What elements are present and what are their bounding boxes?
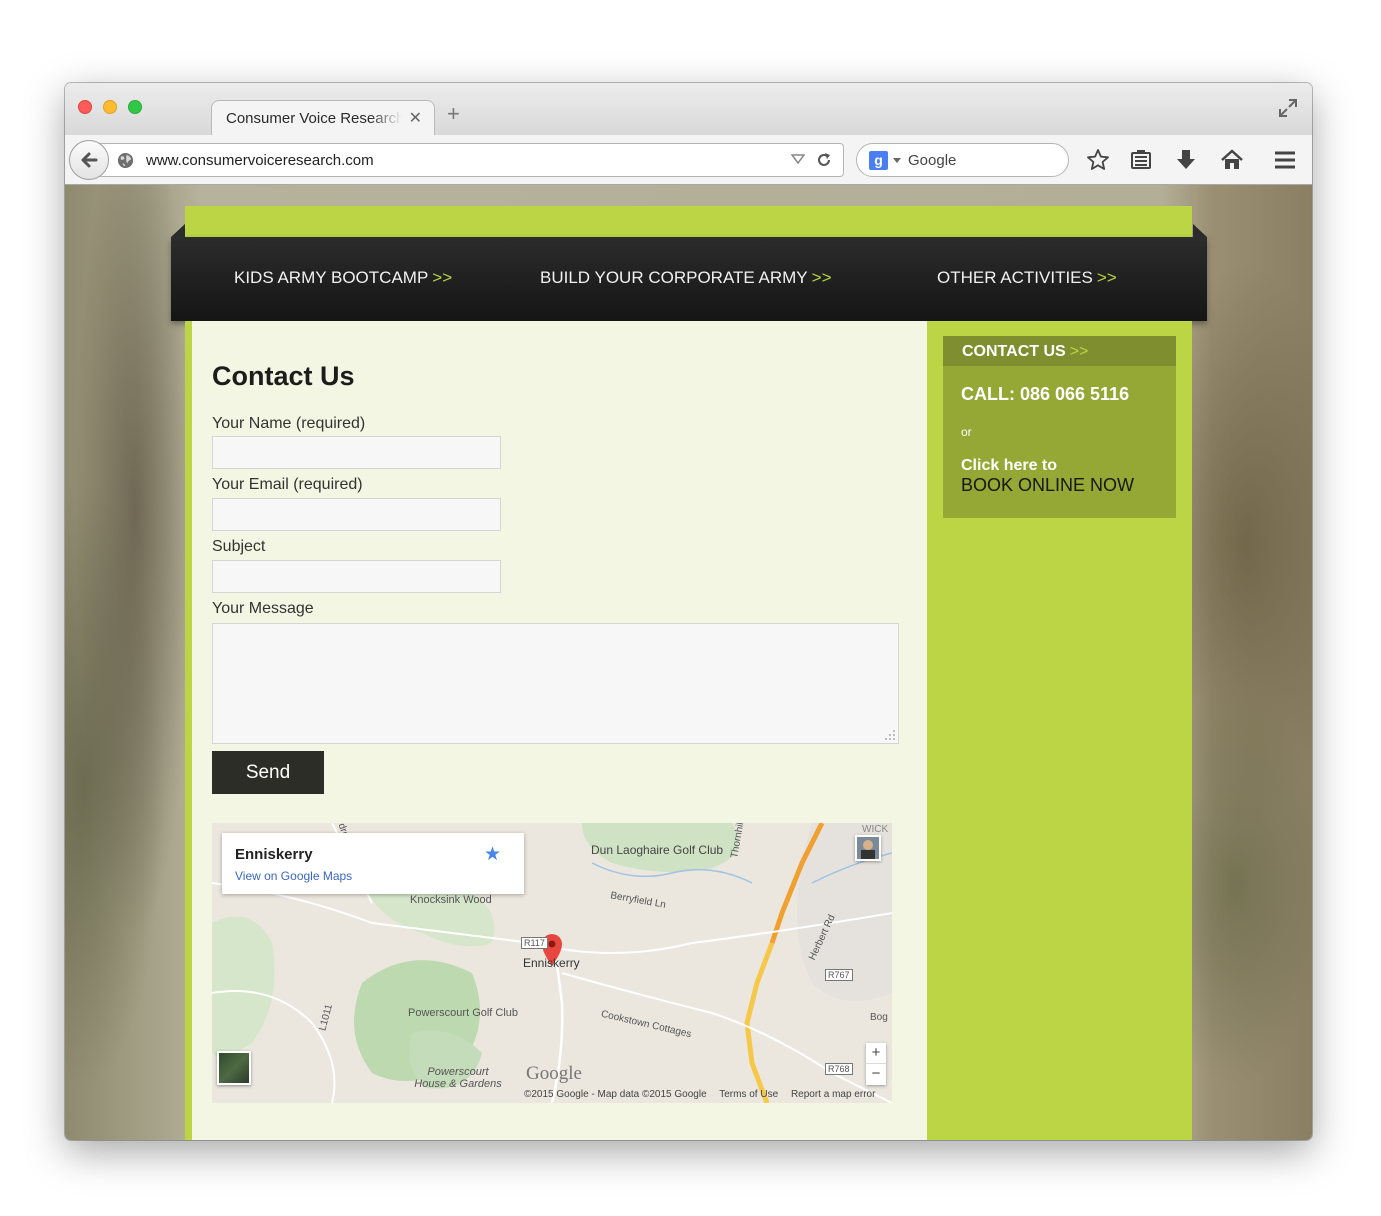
main-content: Contact Us Your Name (required) Your Ema… <box>192 321 927 1140</box>
email-input[interactable] <box>212 498 501 531</box>
map-info-card: Enniskerry View on Google Maps ★ <box>222 833 524 894</box>
map-label-r768: R768 <box>825 1063 853 1075</box>
search-bar[interactable]: g Google <box>856 143 1069 177</box>
satellite-view-toggle[interactable] <box>217 1051 251 1085</box>
person-icon <box>857 837 879 859</box>
name-input[interactable] <box>212 436 501 469</box>
back-button[interactable] <box>69 140 109 180</box>
browser-window: Consumer Voice Research ✕ + www.consumer… <box>65 83 1312 1140</box>
new-tab-button[interactable]: + <box>447 103 460 125</box>
map-report-link[interactable]: Report a map error <box>791 1089 875 1100</box>
back-arrow-icon <box>81 152 98 168</box>
subject-label: Subject <box>212 538 266 555</box>
chevron-down-icon[interactable] <box>893 158 901 163</box>
header-green-band <box>185 206 1192 237</box>
title-bar: Consumer Voice Research ✕ + <box>65 83 1312 136</box>
tab-close-icon[interactable]: ✕ <box>409 108 422 128</box>
web-page: KIDS ARMY BOOTCAMP >> BUILD YOUR CORPORAT… <box>65 185 1312 1140</box>
url-history-dropdown-icon[interactable] <box>791 152 805 166</box>
globe-icon <box>117 152 134 169</box>
sidebar: CONTACT US >> CALL: 086 066 5116 or Click… <box>927 321 1192 1140</box>
home-icon[interactable] <box>1220 148 1244 172</box>
street-view-thumbnail-icon[interactable] <box>855 835 881 861</box>
click-here-link[interactable]: Click here to <box>961 457 1057 475</box>
download-icon[interactable] <box>1174 148 1198 172</box>
search-placeholder: Google <box>908 152 957 169</box>
subject-input[interactable] <box>212 560 501 593</box>
message-label: Your Message <box>212 600 314 617</box>
close-window-button[interactable] <box>78 100 92 114</box>
menu-item-build-corporate-army[interactable]: BUILD YOUR CORPORATE ARMY >> <box>540 268 832 288</box>
browser-tab[interactable]: Consumer Voice Research ✕ <box>211 100 435 136</box>
map-label-wick: WICK <box>862 824 889 835</box>
zoom-window-button[interactable] <box>128 100 142 114</box>
zoom-in-button[interactable]: + <box>866 1043 886 1064</box>
page-title: Contact Us <box>212 361 355 391</box>
map-label-golf-dl: Dun Laoghaire Golf Club <box>591 843 724 857</box>
reload-icon[interactable] <box>815 151 833 169</box>
menu-item-kids-army-bootcamp[interactable]: KIDS ARMY BOOTCAMP >> <box>234 268 452 288</box>
view-on-google-maps-link[interactable]: View on Google Maps <box>235 869 352 883</box>
google-logo: Google <box>526 1063 582 1084</box>
contact-box-title: CONTACT US >> <box>962 343 1089 360</box>
message-textarea[interactable] <box>212 623 899 744</box>
resize-grip-icon[interactable] <box>884 729 896 741</box>
map-label-bog: Bog <box>870 1012 888 1023</box>
navigation-toolbar: www.consumervoiceresearch.com g Google <box>65 135 1312 185</box>
name-label: Your Name (required) <box>212 415 366 432</box>
contact-box: CONTACT US >> CALL: 086 066 5116 or Click… <box>943 336 1176 518</box>
url-bar[interactable]: www.consumervoiceresearch.com <box>99 143 844 177</box>
book-online-link[interactable]: BOOK ONLINE NOW <box>961 475 1134 496</box>
map-label-enniskerry: Enniskerry <box>523 956 580 970</box>
map-label-powerscourt-house: Powerscourt House & Gardens <box>414 1066 502 1090</box>
send-button[interactable]: Send <box>212 751 324 794</box>
fullscreen-icon[interactable] <box>1278 98 1298 118</box>
tab-title: Consumer Voice Research <box>226 110 402 127</box>
menu-icon[interactable] <box>1273 148 1297 172</box>
google-engine-icon[interactable]: g <box>869 151 888 170</box>
left-green-stripe <box>185 321 192 1140</box>
save-star-icon[interactable]: ★ <box>484 843 501 866</box>
reading-list-icon[interactable] <box>1129 148 1153 172</box>
map-place-name: Enniskerry <box>235 846 313 863</box>
contact-or: or <box>961 425 972 439</box>
map-label-powerscourt-golf: Powerscourt Golf Club <box>408 1007 519 1019</box>
email-label: Your Email (required) <box>212 476 363 493</box>
map-label-r117: R117 <box>521 937 548 949</box>
url-text: www.consumervoiceresearch.com <box>146 152 374 169</box>
map-terms-link[interactable]: Terms of Use <box>719 1089 778 1100</box>
map-label-r767: R767 <box>825 969 853 981</box>
zoom-control: + − <box>866 1043 886 1085</box>
menu-item-other-activities[interactable]: OTHER ACTIVITIES >> <box>937 268 1117 288</box>
bookmark-star-icon[interactable] <box>1086 148 1110 172</box>
map-footer: ©2015 Google - Map data ©2015 Google Ter… <box>524 1089 885 1100</box>
contact-box-header: CONTACT US >> <box>943 336 1176 366</box>
contact-phone[interactable]: CALL: 086 066 5116 <box>961 384 1129 405</box>
google-map[interactable]: Dun Laoghaire Golf Club Knocksink Wood B… <box>212 823 892 1103</box>
minimize-window-button[interactable] <box>103 100 117 114</box>
map-copyright: ©2015 Google - Map data ©2015 Google <box>524 1089 707 1100</box>
main-menu: KIDS ARMY BOOTCAMP >> BUILD YOUR CORPORAT… <box>171 224 1207 321</box>
zoom-out-button[interactable]: − <box>866 1064 886 1085</box>
map-label-knocksink: Knocksink Wood <box>410 894 492 906</box>
